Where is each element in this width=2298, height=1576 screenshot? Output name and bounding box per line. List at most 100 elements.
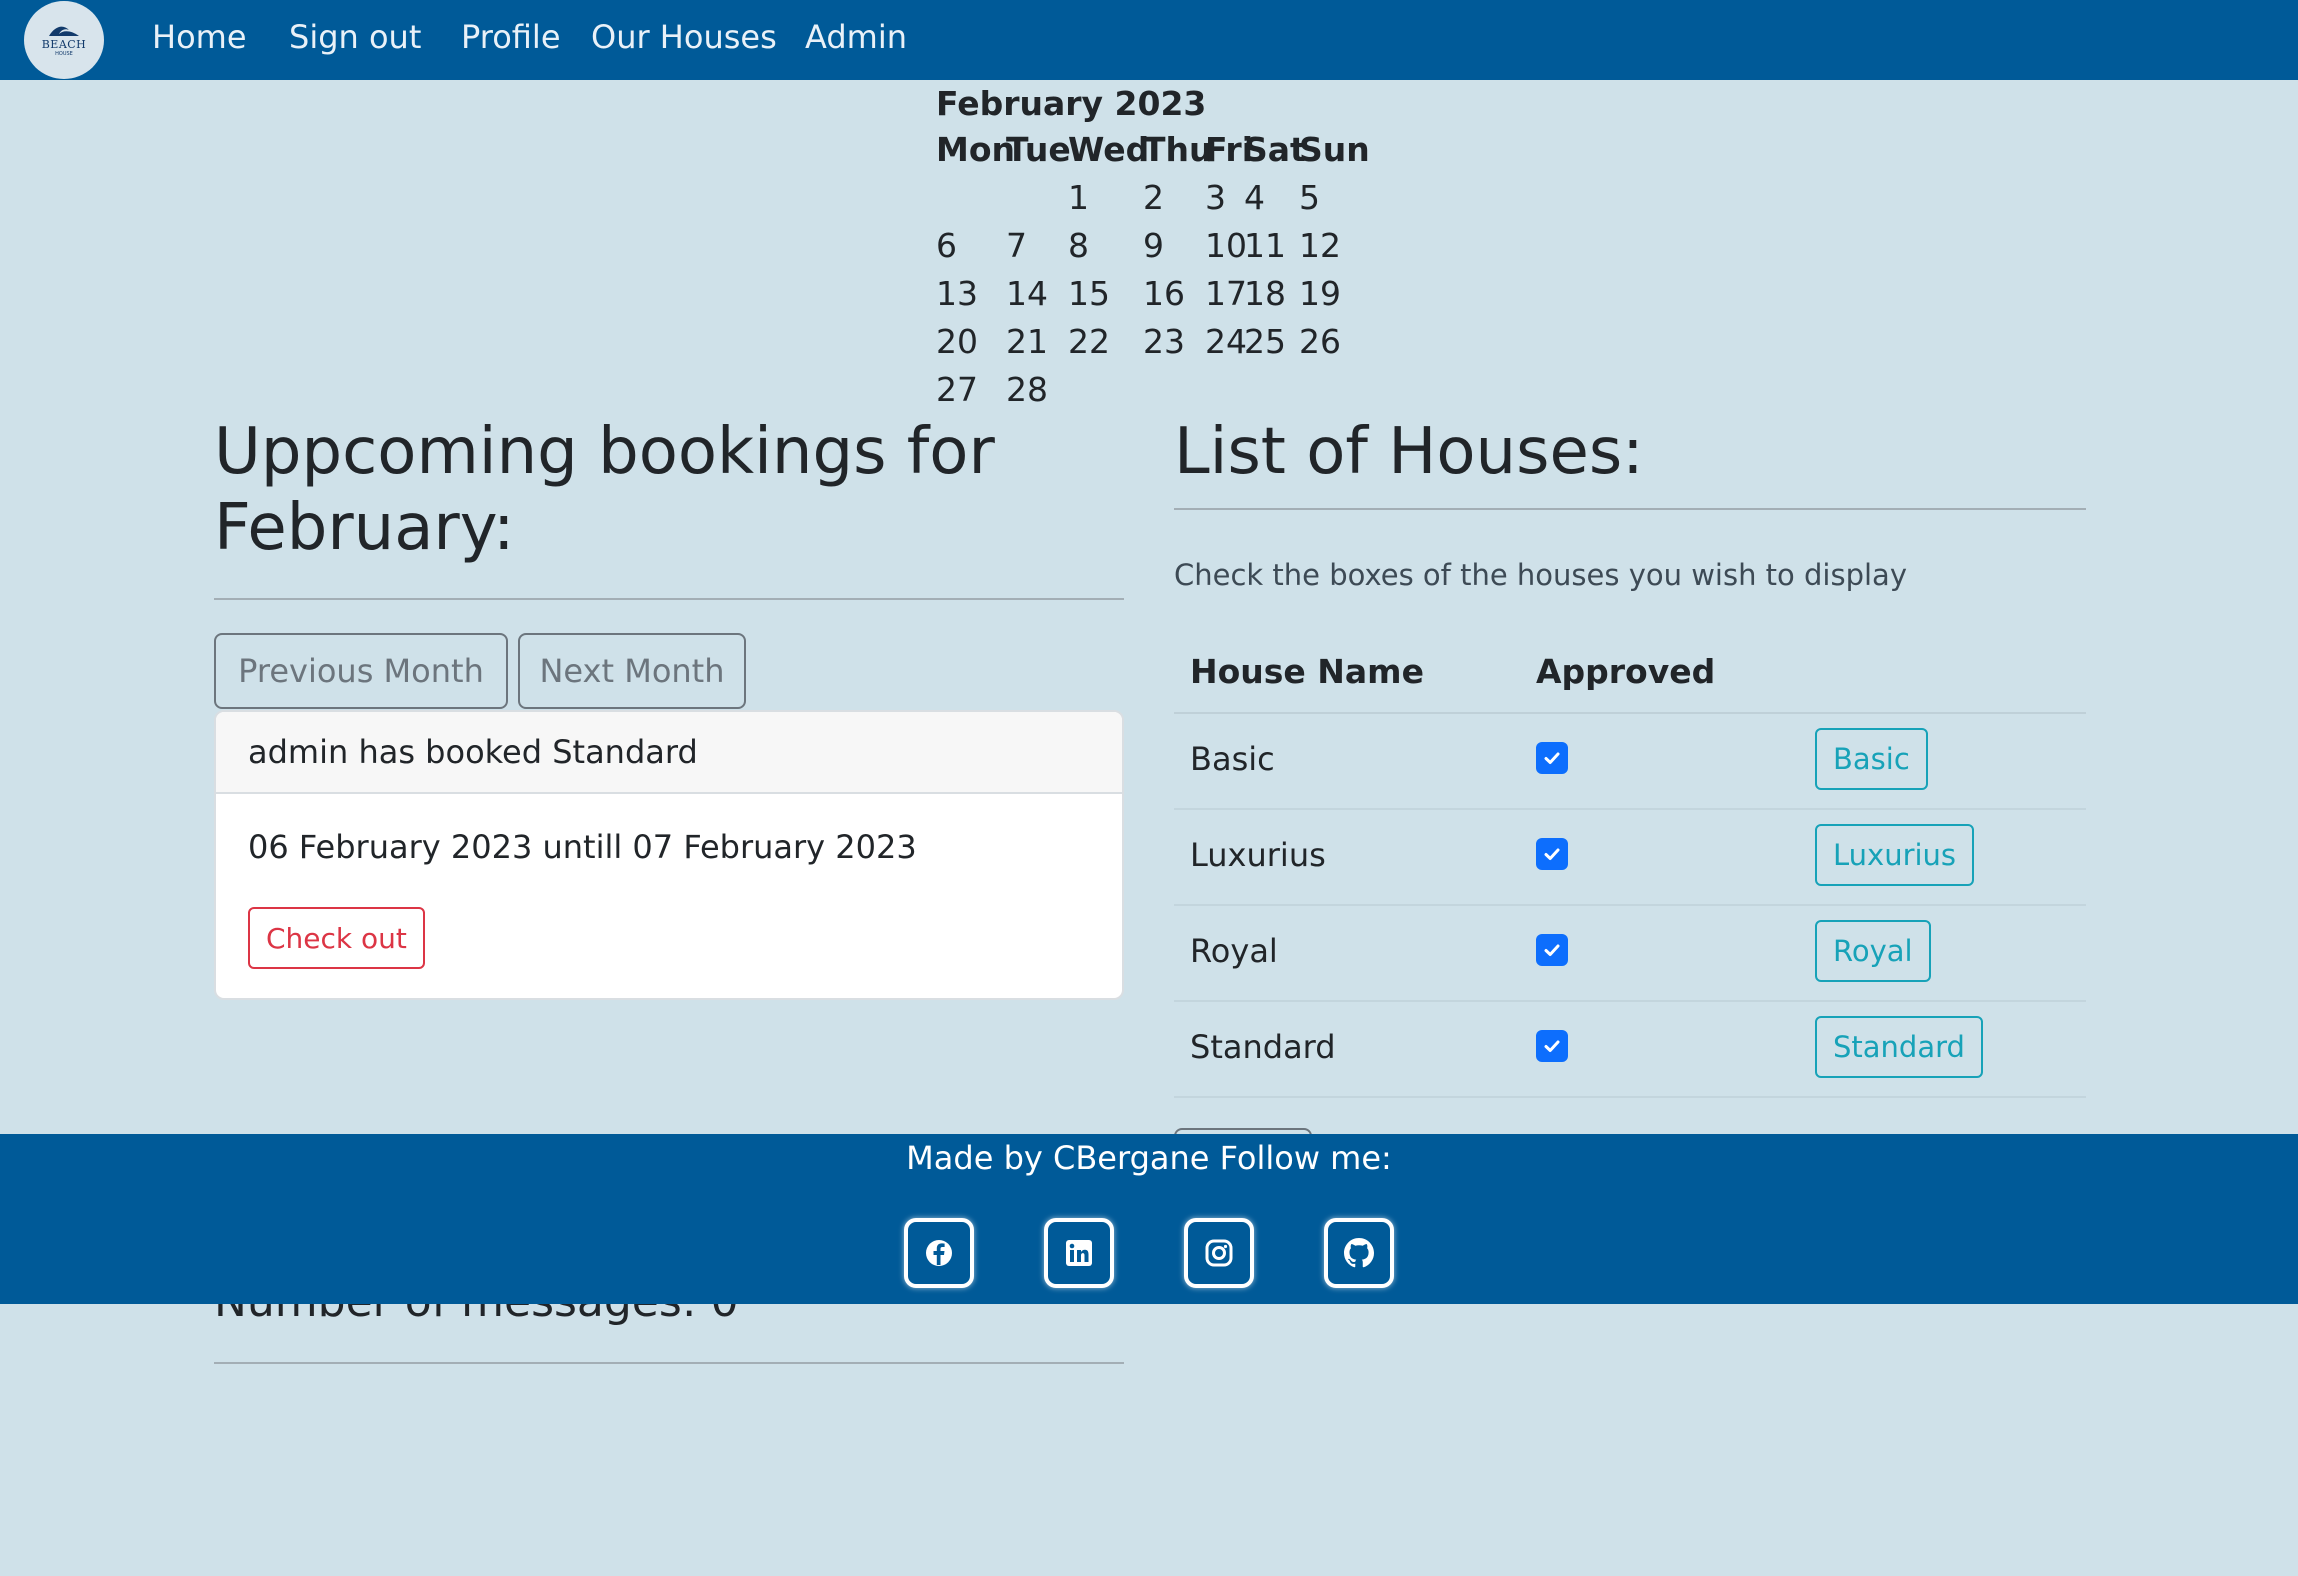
table-row: Standard Standard bbox=[1174, 1002, 2086, 1098]
calendar-week-row: 1 2 345 bbox=[936, 174, 1359, 222]
bookings-divider bbox=[214, 598, 1124, 600]
house-button[interactable]: Royal bbox=[1815, 920, 1931, 982]
instagram-icon[interactable] bbox=[1184, 1218, 1254, 1288]
calendar-day: 12 bbox=[1299, 226, 1341, 265]
linkedin-icon[interactable] bbox=[1044, 1218, 1114, 1288]
calendar-day: 28 bbox=[1006, 370, 1048, 409]
previous-month-button[interactable]: Previous Month bbox=[214, 633, 508, 709]
nav-link-home[interactable]: Home bbox=[152, 18, 247, 56]
bookings-title-line1: Uppcoming bookings for bbox=[214, 415, 995, 489]
house-name: Standard bbox=[1190, 1028, 1336, 1066]
weekday-thu: Thu bbox=[1143, 130, 1213, 169]
houses-divider bbox=[1174, 508, 2086, 510]
nav-link-sign-out[interactable]: Sign out bbox=[289, 18, 421, 56]
weekday-mon: Mon bbox=[936, 130, 1016, 169]
calendar-week-row: 6 7 8 9 10 11 12 bbox=[936, 222, 1359, 270]
house-name: Royal bbox=[1190, 932, 1278, 970]
bookings-title-line2: February: bbox=[214, 491, 515, 565]
table-row: Luxurius Luxurius bbox=[1174, 810, 2086, 906]
nav-link-admin[interactable]: Admin bbox=[805, 18, 907, 56]
calendar-week-row: 20 21 22 23 24 25 26 bbox=[936, 318, 1359, 366]
weekday-wed: Wed bbox=[1068, 130, 1150, 169]
calendar-day: 19 bbox=[1299, 274, 1341, 313]
github-icon[interactable] bbox=[1324, 1218, 1394, 1288]
column-header-approved: Approved bbox=[1536, 652, 1716, 691]
calendar-day: 15 bbox=[1068, 274, 1110, 313]
calendar-day: 16 bbox=[1143, 274, 1185, 313]
calendar-days: 1 2 3 4 5 6 7 8 9 10 11 12 13 14 15 16 17 18 19 20 21 22 23 24 2… bbox=[936, 174, 1359, 414]
calendar-day: 26 bbox=[1299, 322, 1341, 361]
calendar-week-row: 27 28 bbox=[936, 366, 1359, 414]
calendar-day: 7 bbox=[1006, 226, 1027, 265]
calendar-day: 22 bbox=[1068, 322, 1110, 361]
calendar-day: 6 bbox=[936, 226, 957, 265]
calendar-day: 11 bbox=[1244, 226, 1286, 265]
table-row: Royal Royal bbox=[1174, 906, 2086, 1002]
calendar-day: 14 bbox=[1006, 274, 1048, 313]
calendar-day: 20 bbox=[936, 322, 978, 361]
checkmark-icon bbox=[1544, 944, 1560, 956]
calendar-weekday-row: Mon Tue Wed Thu Fri Sat Sun bbox=[936, 126, 1370, 174]
calendar-day: 24 bbox=[1205, 322, 1247, 361]
calendar-day: 27 bbox=[936, 370, 978, 409]
calendar-day bbox=[1068, 366, 1143, 414]
calendar-day: 3 bbox=[1205, 178, 1226, 217]
calendar-day: 9 bbox=[1143, 226, 1164, 265]
calendar-day: 10 bbox=[1205, 226, 1247, 265]
navbar: BEACH HOUSE Home Sign out Profile Our Ho… bbox=[0, 0, 2298, 80]
check-out-button[interactable]: Check out bbox=[248, 907, 425, 969]
next-month-button[interactable]: Next Month bbox=[518, 633, 746, 709]
calendar-day bbox=[1143, 366, 1205, 414]
calendar-day: 17 bbox=[1205, 274, 1247, 313]
calendar-day bbox=[1244, 366, 1299, 414]
houses-instructions: Check the boxes of the houses you wish t… bbox=[1174, 558, 1907, 592]
calendar-title: February 2023 bbox=[936, 84, 1207, 123]
booking-card-header: admin has booked Standard bbox=[216, 712, 1122, 794]
calendar-day bbox=[936, 174, 1006, 222]
calendar: February 2023 Mon Tue Wed Thu Fri Sat Su… bbox=[936, 82, 1370, 414]
weekday-sun: Sun bbox=[1299, 130, 1370, 169]
house-button[interactable]: Basic bbox=[1815, 728, 1928, 790]
column-header-house-name: House Name bbox=[1190, 652, 1424, 691]
approved-checkbox[interactable] bbox=[1536, 934, 1568, 966]
calendar-day: 21 bbox=[1006, 322, 1048, 361]
facebook-icon[interactable] bbox=[904, 1218, 974, 1288]
nav-link-profile[interactable]: Profile bbox=[461, 18, 561, 56]
houses-table: House Name Approved Basic Basic Luxurius Lu… bbox=[1174, 634, 2086, 1098]
calendar-day: 18 bbox=[1244, 274, 1286, 313]
table-row: Basic Basic bbox=[1174, 714, 2086, 810]
calendar-day: 8 bbox=[1068, 226, 1089, 265]
calendar-day bbox=[1299, 366, 1359, 414]
table-header-row: House Name Approved bbox=[1174, 634, 2086, 714]
houses-title: List of Houses: bbox=[1174, 415, 1644, 489]
checkmark-icon bbox=[1544, 1040, 1560, 1052]
calendar-day: 2 bbox=[1143, 178, 1164, 217]
checkmark-icon bbox=[1544, 848, 1560, 860]
calendar-day: 13 bbox=[936, 274, 978, 313]
booking-dates: 06 February 2023 untill 07 February 2023 bbox=[248, 828, 917, 866]
wave-icon bbox=[49, 26, 79, 36]
booking-card: admin has booked Standard 06 February 20… bbox=[214, 710, 1124, 1000]
calendar-day: 5 bbox=[1299, 178, 1320, 217]
approved-checkbox[interactable] bbox=[1536, 742, 1568, 774]
house-name: Luxurius bbox=[1190, 836, 1326, 874]
logo-subtext: HOUSE bbox=[55, 50, 73, 57]
footer-text: Made by CBergane Follow me: bbox=[906, 1139, 1392, 1177]
approved-checkbox[interactable] bbox=[1536, 1030, 1568, 1062]
calendar-day: 25 bbox=[1244, 322, 1286, 361]
bookings-title: Uppcoming bookings for February: bbox=[214, 414, 995, 566]
weekday-tue: Tue bbox=[1006, 130, 1071, 169]
house-button[interactable]: Standard bbox=[1815, 1016, 1983, 1078]
calendar-day bbox=[1006, 174, 1068, 222]
logo-text: BEACH bbox=[41, 37, 87, 51]
calendar-day bbox=[1205, 366, 1244, 414]
approved-checkbox[interactable] bbox=[1536, 838, 1568, 870]
checkmark-icon bbox=[1544, 752, 1560, 764]
calendar-day: 1 bbox=[1068, 178, 1089, 217]
calendar-week-row: 13 14 15 16 17 18 19 bbox=[936, 270, 1359, 318]
calendar-day: 4 bbox=[1244, 178, 1265, 217]
beach-house-logo[interactable]: BEACH HOUSE bbox=[24, 1, 104, 79]
nav-link-our-houses[interactable]: Our Houses bbox=[591, 18, 777, 56]
house-button[interactable]: Luxurius bbox=[1815, 824, 1975, 886]
calendar-day: 23 bbox=[1143, 322, 1185, 361]
